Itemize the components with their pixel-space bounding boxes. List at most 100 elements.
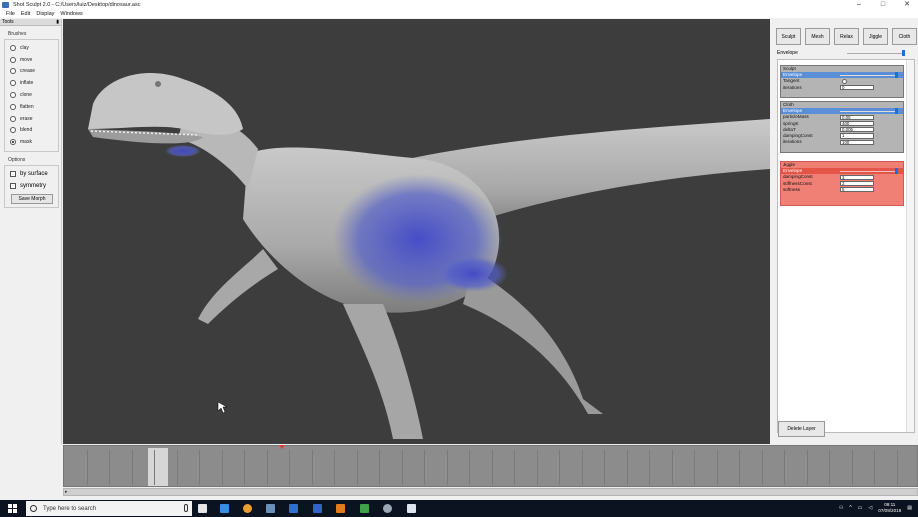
timeline-tick <box>671 450 673 485</box>
network-icon[interactable]: ▭ <box>858 505 863 511</box>
timeline-tick <box>604 450 605 485</box>
radio-icon[interactable] <box>10 80 16 87</box>
brush-mask[interactable]: mask <box>5 136 58 148</box>
windows-start-icon[interactable] <box>8 504 17 513</box>
keyframe-marker-icon[interactable] <box>279 445 285 449</box>
sculpt-layer[interactable]: Sculpt Envelope Tangent iterations 0 <box>780 65 904 98</box>
tools-header: Tools ▮ <box>0 19 61 26</box>
microphone-icon[interactable] <box>184 504 188 512</box>
cloth-button[interactable]: Cloth <box>892 28 917 45</box>
radio-icon[interactable] <box>10 56 16 63</box>
notifications-icon[interactable]: ▤ <box>907 505 912 511</box>
unity-icon[interactable] <box>383 504 392 513</box>
radio-icon[interactable] <box>10 103 16 110</box>
brush-clay[interactable]: clay <box>5 42 58 54</box>
menu-file[interactable]: File <box>6 11 15 17</box>
brush-erase[interactable]: erase <box>5 113 58 125</box>
envelope-slider[interactable] <box>840 171 898 173</box>
delta-t-input[interactable]: 0.005 <box>840 127 874 133</box>
particle-mass-input[interactable]: 0.05 <box>840 114 874 121</box>
menu-display[interactable]: Display <box>36 11 54 17</box>
sublime-icon[interactable] <box>336 504 345 513</box>
spring-k-input[interactable]: 400 <box>840 121 874 127</box>
sculpt-button[interactable]: Sculpt <box>776 28 801 45</box>
app-icon <box>2 1 9 8</box>
volume-icon[interactable]: ◁ <box>868 505 872 511</box>
app-n-icon[interactable] <box>360 504 369 513</box>
taskbar-search[interactable]: Type here to search <box>26 501 192 516</box>
app-m-icon[interactable] <box>289 504 298 513</box>
cloth-layer[interactable]: Cloth Envelope particleMass 0.05 springK 4… <box>780 101 904 153</box>
relax-button[interactable]: Relax <box>834 28 859 45</box>
brush-blend[interactable]: blend <box>5 125 58 137</box>
brush-flatten[interactable]: flatten <box>5 101 58 113</box>
brush-inflate[interactable]: inflate <box>5 77 58 89</box>
iterations-input[interactable]: 0 <box>840 85 874 91</box>
envelope-slider[interactable] <box>847 53 905 54</box>
store-icon[interactable] <box>266 504 275 513</box>
radio-icon[interactable] <box>10 44 16 51</box>
cloth-iterations-input[interactable]: 100 <box>840 139 874 145</box>
timeline-tick <box>199 450 200 485</box>
param-label: iterations <box>783 139 802 145</box>
brush-clone[interactable]: clone <box>5 89 58 101</box>
clock[interactable]: 09:11 07/09/2018 <box>878 502 901 514</box>
option-symmetry[interactable]: symmetry <box>5 180 58 192</box>
chrome-icon[interactable] <box>243 504 252 513</box>
jiggle-layer[interactable]: Jiggle Envelope dampingConst 3 stiffnessC… <box>780 161 904 207</box>
brush-move[interactable]: move <box>5 54 58 66</box>
jiggle-stiffness-input[interactable]: 3 <box>840 181 874 187</box>
menu-edit[interactable]: Edit <box>21 11 30 17</box>
maximize-button[interactable]: □ <box>878 0 888 9</box>
timeline-tick <box>514 450 515 485</box>
scroll-left-icon[interactable]: ▸ <box>65 489 68 495</box>
timeline-playhead[interactable] <box>148 448 168 486</box>
damping-const-input[interactable]: 1 <box>840 133 874 139</box>
pin-icon[interactable]: ▮ <box>56 19 59 26</box>
radio-icon[interactable] <box>10 115 16 122</box>
envelope-slider-handle[interactable] <box>895 108 898 115</box>
minimize-button[interactable]: – <box>854 0 864 9</box>
timeline[interactable] <box>63 445 918 487</box>
vs-code-icon[interactable] <box>313 504 322 513</box>
brush-crease[interactable]: crease <box>5 66 58 78</box>
param-label: springK <box>783 120 799 126</box>
close-button[interactable]: ✕ <box>902 0 912 9</box>
timeline-tick <box>109 450 110 485</box>
envelope-slider-handle[interactable] <box>902 50 905 56</box>
envelope-slider[interactable] <box>840 111 898 113</box>
task-view-icon[interactable] <box>198 504 207 513</box>
layer-scrollbar[interactable] <box>906 60 914 432</box>
menu-windows[interactable]: Windows <box>60 11 82 17</box>
envelope-slider[interactable] <box>840 75 898 77</box>
mesh-button[interactable]: Mesh <box>805 28 830 45</box>
save-morph-button[interactable]: Save Morph <box>11 194 53 205</box>
envelope-slider-handle[interactable] <box>895 72 898 79</box>
option-by-surface[interactable]: by surface <box>5 168 58 180</box>
search-placeholder: Type here to search <box>43 505 97 512</box>
delete-layer-button[interactable]: Delete Layer <box>778 421 825 437</box>
timeline-tick <box>716 450 718 485</box>
brush-label: mask <box>20 139 32 146</box>
3d-viewport[interactable] <box>63 19 770 444</box>
shot-sculpt-taskbar-icon[interactable] <box>407 504 416 513</box>
timeline-tick <box>244 450 245 485</box>
timeline-scrollbar[interactable]: ▸ <box>63 488 918 496</box>
radio-checked-icon[interactable] <box>10 139 16 146</box>
jiggle-damping-input[interactable]: 3 <box>840 174 874 181</box>
radio-icon[interactable] <box>10 92 16 99</box>
tangent-toggle[interactable] <box>842 78 847 84</box>
envelope-slider-handle[interactable] <box>895 168 898 175</box>
chevron-up-icon[interactable]: ^ <box>849 505 851 511</box>
cortana-icon[interactable] <box>30 505 37 512</box>
people-icon[interactable]: ⚇ <box>839 505 843 511</box>
file-explorer-icon[interactable] <box>220 504 229 513</box>
checkbox-icon[interactable] <box>10 171 16 178</box>
timeline-tick <box>424 450 425 485</box>
envelope-label: Envelope <box>783 72 803 78</box>
checkbox-icon[interactable] <box>10 183 16 190</box>
radio-icon[interactable] <box>10 127 16 134</box>
radio-icon[interactable] <box>10 68 16 75</box>
jiggle-button[interactable]: Jiggle <box>863 28 888 45</box>
jiggle-softness-input[interactable]: 5 <box>840 187 874 193</box>
